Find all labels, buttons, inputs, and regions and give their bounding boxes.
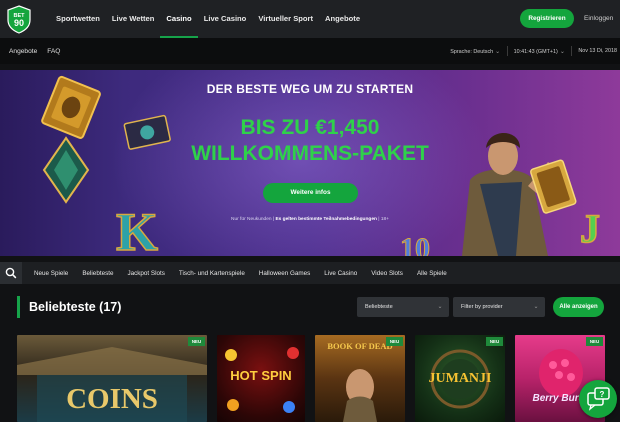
- hero-bonus-amount: BIS ZU €1,450: [240, 116, 380, 139]
- divider: [506, 46, 508, 56]
- show-all-button[interactable]: Alle anzeigen: [553, 297, 604, 317]
- section-accent-bar: [17, 296, 20, 318]
- section-title: Beliebteste (17): [29, 300, 122, 314]
- hero-package-title: WILLKOMMENS-PAKET: [191, 142, 429, 165]
- sub-nav-angebote[interactable]: Angebote: [9, 48, 37, 55]
- game-tile-coins[interactable]: COINS NEU: [17, 335, 207, 422]
- svg-text:?: ?: [600, 390, 605, 399]
- language-label: Sprache:: [450, 48, 472, 55]
- game-tile-book-of-dead[interactable]: BOOK OF DEAD NEU: [315, 335, 405, 422]
- language-value: Deutsch: [473, 48, 494, 55]
- welcome-banner[interactable]: K 10 J DER BESTE WEG UM ZU STARTEN BIS Z…: [0, 70, 620, 256]
- bet90-logo[interactable]: BET 90: [6, 5, 32, 34]
- game-tile-hot-spin[interactable]: HOT SPIN: [217, 335, 305, 422]
- hero-disclaimer: Nur für Neukunden | Es gelten bestimmte …: [0, 217, 620, 222]
- current-date: Nov 13 Di, 2018: [578, 48, 617, 54]
- provider-filter-select[interactable]: Filter by provider ⌄: [453, 297, 545, 317]
- game-title: HOT SPIN: [230, 368, 292, 383]
- nav-live-wetten[interactable]: Live Wetten: [106, 0, 160, 38]
- category-all-games[interactable]: Alle Spiele: [410, 270, 454, 277]
- chevron-down-icon: ⌄: [559, 48, 565, 55]
- login-link[interactable]: Einloggen: [584, 9, 613, 28]
- provider-filter-placeholder: Filter by provider: [461, 304, 503, 310]
- nav-live-casino[interactable]: Live Casino: [198, 0, 253, 38]
- category-popular[interactable]: Beliebteste: [75, 270, 120, 277]
- logo-text-bottom: 90: [14, 18, 24, 28]
- divider: [571, 46, 573, 56]
- live-chat-button[interactable]: ?: [579, 380, 617, 418]
- logo-shield-icon: BET 90: [7, 5, 31, 34]
- category-live-casino[interactable]: Live Casino: [317, 270, 364, 277]
- new-badge: NEU: [586, 337, 603, 346]
- search-icon: [5, 267, 17, 279]
- sort-select-value: Beliebteste: [365, 304, 393, 310]
- clock-time: 10:41:43: [513, 48, 535, 55]
- timezone: (GMT+1): [536, 48, 558, 55]
- game-tile-jumanji[interactable]: JUMANJI NEU: [415, 335, 505, 422]
- chat-help-icon: ?: [587, 387, 610, 411]
- new-badge: NEU: [386, 337, 403, 346]
- more-info-button[interactable]: Weitere infos: [263, 183, 358, 203]
- language-selector[interactable]: Sprache: Deutsch ⌄: [450, 48, 500, 55]
- category-table-card-games[interactable]: Tisch- und Kartenspiele: [172, 270, 252, 277]
- game-title: COINS: [66, 383, 158, 415]
- sort-select[interactable]: Beliebteste ⌄: [357, 297, 449, 317]
- number-ten-symbol: 10: [400, 232, 430, 256]
- search-button[interactable]: [0, 262, 22, 284]
- category-video-slots[interactable]: Video Slots: [364, 270, 410, 277]
- secondary-bar: Angebote FAQ Sprache: Deutsch ⌄ 10:41:43…: [0, 38, 620, 64]
- game-title: JUMANJI: [428, 371, 492, 386]
- nav-sportwetten[interactable]: Sportwetten: [50, 0, 106, 38]
- disclaimer-prefix: Nur für Neukunden |: [231, 217, 276, 222]
- sub-nav-faq[interactable]: FAQ: [47, 48, 60, 55]
- category-halloween-games[interactable]: Halloween Games: [252, 270, 317, 277]
- letter-k-symbol: K: [116, 202, 158, 256]
- chevron-down-icon: ⌄: [495, 48, 501, 55]
- new-badge: NEU: [486, 337, 503, 346]
- disclaimer-suffix: | 18+: [376, 217, 389, 222]
- nav-angebote[interactable]: Angebote: [319, 0, 366, 38]
- category-new-games[interactable]: Neue Spiele: [27, 270, 75, 277]
- hero-headline: DER BESTE WEG UM ZU STARTEN: [206, 82, 414, 96]
- chevron-down-icon: ⌄: [533, 304, 539, 310]
- chevron-down-icon: ⌄: [437, 304, 443, 310]
- nav-virtueller-sport[interactable]: Virtueller Sport: [252, 0, 319, 38]
- new-badge: NEU: [188, 337, 205, 346]
- game-category-bar: Neue Spiele Beliebteste Jackpot Slots Ti…: [0, 262, 620, 284]
- register-button[interactable]: Registrieren: [520, 9, 574, 28]
- category-jackpot-slots[interactable]: Jackpot Slots: [120, 270, 171, 277]
- top-navigation: BET 90 Sportwetten Live Wetten Casino Li…: [0, 0, 620, 38]
- nav-casino[interactable]: Casino: [160, 0, 199, 38]
- letter-j-symbol: J: [580, 206, 600, 251]
- main-nav: Sportwetten Live Wetten Casino Live Casi…: [50, 0, 366, 38]
- time-selector[interactable]: 10:41:43 (GMT+1) ⌄: [514, 48, 566, 55]
- terms-link[interactable]: Es gelten bestimmte Teilnahmebedingungen: [275, 217, 376, 222]
